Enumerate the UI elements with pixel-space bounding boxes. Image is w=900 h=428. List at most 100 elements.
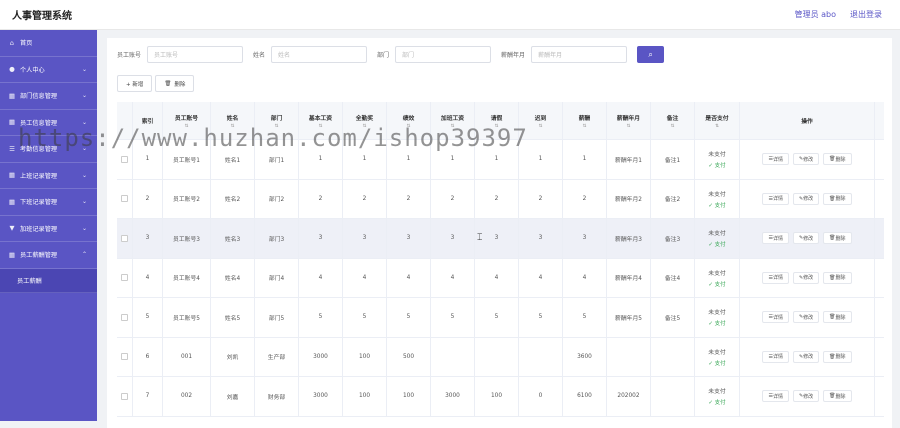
column-header[interactable]: 备注 ⇅: [651, 102, 695, 139]
logout-link[interactable]: 退出登录: [850, 9, 882, 20]
sidebar-item-3[interactable]: ▦ 员工信息管理 ⌄: [0, 110, 97, 136]
sort-icon[interactable]: ⇅: [319, 124, 323, 129]
column-header[interactable]: 薪酬年月 ⇅: [607, 102, 651, 139]
add-button[interactable]: + 新增: [117, 75, 153, 92]
delete-button[interactable]: 🗑 删除: [155, 75, 195, 92]
payment-status: 未支付: [708, 191, 726, 198]
sidebar-item-6[interactable]: ▦ 下班记录管理 ⌄: [0, 189, 97, 216]
pay-label: 支付: [714, 360, 726, 367]
column-header[interactable]: 基本工资 ⇅: [299, 102, 343, 139]
chevron-down-icon: ⌄: [81, 145, 87, 153]
row-delete-button[interactable]: 🗑 删除: [823, 311, 852, 324]
table-cell: 部门3: [255, 219, 299, 258]
edit-button[interactable]: ✎ 修改: [792, 232, 820, 245]
sort-icon[interactable]: ⇅: [275, 124, 279, 129]
emp-account-input[interactable]: 员工账号: [147, 46, 244, 63]
operations-cell: ☰ 详情 ✎ 修改 🗑 删除: [740, 140, 875, 179]
search-button[interactable]: ⌕: [637, 46, 665, 63]
column-header[interactable]: 姓名 ⇅: [211, 102, 255, 139]
sort-icon[interactable]: ⇅: [407, 124, 411, 129]
row-checkbox[interactable]: [121, 313, 128, 321]
sort-icon[interactable]: ⇅: [231, 124, 235, 129]
column-header[interactable]: 迟到 ⇅: [519, 102, 563, 139]
sort-icon[interactable]: ⇅: [451, 124, 455, 129]
row-delete-button[interactable]: 🗑 删除: [823, 390, 852, 403]
sidebar-item-0[interactable]: ⌂ 首页: [0, 30, 97, 57]
column-header[interactable]: 请假 ⇅: [475, 102, 519, 139]
edit-button[interactable]: ✎ 修改: [792, 350, 820, 363]
row-checkbox[interactable]: [121, 392, 128, 400]
table-cell: [519, 337, 563, 376]
pay-link[interactable]: ✓ 支付: [708, 201, 725, 209]
pay-link[interactable]: ✓ 支付: [708, 398, 725, 406]
name-label: 姓名: [253, 52, 266, 59]
sidebar-item-label: 下班记录管理: [20, 199, 58, 207]
sort-icon[interactable]: ⇅: [671, 124, 675, 129]
row-delete-button[interactable]: 🗑 删除: [823, 232, 852, 245]
row-delete-button[interactable]: 🗑 删除: [823, 350, 852, 363]
detail-button[interactable]: ☰ 详情: [762, 350, 789, 363]
pay-link[interactable]: ✓ 支付: [708, 161, 725, 169]
sidebar-subitem-salary[interactable]: 员工薪酬: [0, 268, 97, 293]
column-header[interactable]: 加班工资 ⇅: [431, 102, 475, 139]
column-header[interactable]: 薪酬 ⇅: [563, 102, 607, 139]
edit-button[interactable]: ✎ 修改: [792, 192, 820, 205]
pay-link[interactable]: ✓ 支付: [708, 240, 725, 248]
detail-button[interactable]: ☰ 详情: [762, 192, 789, 205]
table-cell: 备注2: [651, 179, 695, 218]
current-user[interactable]: 管理员 abo: [795, 9, 836, 20]
sort-icon[interactable]: ⇅: [495, 124, 499, 129]
detail-button[interactable]: ☰ 详情: [762, 232, 789, 245]
table-cell: 姓名1: [211, 140, 255, 179]
row-checkbox[interactable]: [121, 195, 128, 203]
column-header[interactable]: 绩效 ⇅: [387, 102, 431, 139]
column-header[interactable]: 部门 ⇅: [255, 102, 299, 139]
table-cell: 3: [343, 219, 387, 258]
table-row: 7 002 刘嘉 财务部 3000 100 100 3000 100 0 6100 202002 未支付…: [117, 377, 884, 417]
pay-link[interactable]: ✓ 支付: [708, 359, 725, 367]
column-header[interactable]: 索引: [133, 102, 163, 139]
name-input[interactable]: 姓名: [271, 46, 368, 63]
row-delete-button[interactable]: 🗑 删除: [823, 153, 852, 166]
detail-button[interactable]: ☰ 详情: [762, 390, 789, 403]
sort-icon[interactable]: ⇅: [583, 124, 587, 129]
edit-button[interactable]: ✎ 修改: [792, 153, 820, 166]
sort-icon[interactable]: ⇅: [539, 124, 543, 129]
column-header[interactable]: 全勤奖 ⇅: [343, 102, 387, 139]
detail-button[interactable]: ☰ 详情: [762, 311, 789, 324]
pay-link[interactable]: ✓ 支付: [708, 280, 725, 288]
row-delete-button-label: 删除: [835, 314, 846, 321]
app-title: 人事管理系统: [12, 11, 72, 22]
edit-button[interactable]: ✎ 修改: [792, 271, 820, 284]
row-checkbox[interactable]: [121, 353, 128, 361]
table-cell: 2: [431, 179, 475, 218]
row-checkbox[interactable]: [121, 234, 128, 242]
row-checkbox[interactable]: [121, 274, 128, 282]
edit-button[interactable]: ✎ 修改: [792, 311, 820, 324]
sort-icon[interactable]: ⇅: [363, 124, 367, 129]
row-delete-button[interactable]: 🗑 删除: [823, 271, 852, 284]
detail-button[interactable]: ☰ 详情: [762, 153, 789, 166]
sort-icon[interactable]: ⇅: [185, 124, 189, 129]
edit-button[interactable]: ✎ 修改: [792, 390, 820, 403]
sidebar-item-7[interactable]: ▼ 加班记录管理 ⌄: [0, 216, 97, 242]
sidebar-item-4[interactable]: ☰ 考勤信息管理 ⌄: [0, 136, 97, 163]
column-header[interactable]: 是否支付 ⇅: [695, 102, 740, 139]
column-header[interactable]: 员工账号 ⇅: [163, 102, 211, 139]
row-checkbox[interactable]: [121, 155, 128, 163]
detail-button[interactable]: ☰ 详情: [762, 271, 789, 284]
table-cell: 1: [343, 140, 387, 179]
table-cell: 2: [475, 179, 519, 218]
row-delete-button[interactable]: 🗑 删除: [823, 192, 852, 205]
month-input[interactable]: 薪酬年月: [531, 46, 628, 63]
sidebar-item-2[interactable]: ▦ 部门信息管理 ⌄: [0, 83, 97, 110]
table-row: 2 员工账号2 姓名2 部门2 2 2 2 2 2 2 2 薪酬年月2 备注2 未支付 ✓ 支付 ☰ 详情 ✎ …: [117, 179, 884, 219]
sort-icon[interactable]: ⇅: [715, 124, 719, 129]
sort-icon[interactable]: ⇅: [627, 124, 631, 129]
dept-input[interactable]: 部门: [395, 46, 492, 63]
sidebar-item-1[interactable]: ● 个人中心 ⌄: [0, 57, 97, 83]
pay-link[interactable]: ✓ 支付: [708, 319, 725, 327]
sidebar-item-5[interactable]: ▦ 上班记录管理 ⌄: [0, 163, 97, 189]
sidebar-item-8[interactable]: ▦ 员工薪酬管理 ⌃: [0, 242, 97, 269]
table-cell: 刘嘉: [211, 377, 255, 416]
